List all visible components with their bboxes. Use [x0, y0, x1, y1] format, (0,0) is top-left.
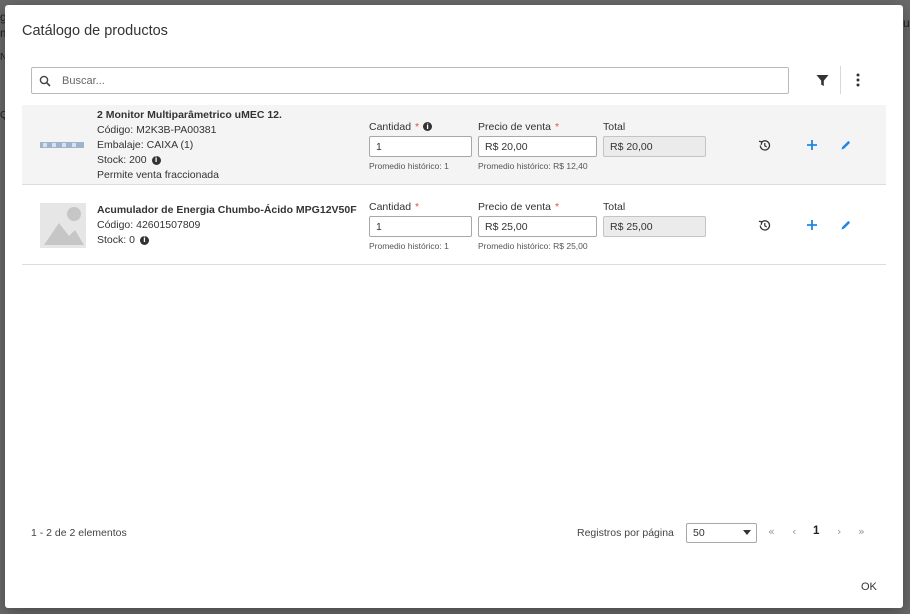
- price-label: Precio de venta: [478, 200, 551, 213]
- chevron-down-icon: [743, 530, 751, 535]
- price-hint: Promedio histórico: R$ 25,00: [478, 241, 588, 251]
- total-label: Total: [603, 200, 626, 213]
- price-field: Precio de venta * R$ 25,00 Promedio histó…: [478, 200, 597, 251]
- price-hint: Promedio histórico: R$ 12,40: [478, 161, 588, 171]
- product-row: Acumulador de Energia Chumbo-Ácido MPG12…: [22, 185, 886, 265]
- next-page-button[interactable]: ›: [837, 525, 841, 538]
- toolbar-divider: [840, 66, 841, 94]
- first-page-button[interactable]: «: [768, 525, 775, 538]
- quantity-hint: Promedio histórico: 1: [369, 161, 449, 171]
- product-code: Código: M2K3B-PA00381: [97, 124, 217, 136]
- info-icon[interactable]: i: [423, 122, 433, 131]
- quantity-input[interactable]: 1: [369, 216, 472, 237]
- total-label: Total: [603, 120, 626, 133]
- per-page-select[interactable]: 50: [686, 523, 757, 543]
- add-icon[interactable]: [803, 216, 821, 234]
- filter-icon[interactable]: [813, 71, 831, 89]
- required-mark: *: [415, 120, 420, 133]
- search-input[interactable]: [58, 74, 788, 87]
- current-page[interactable]: 1: [813, 525, 819, 537]
- product-note: Permite venta fraccionada: [97, 169, 219, 181]
- total-field: Total R$ 20,00: [603, 120, 706, 157]
- product-stock: Stock: 0: [97, 234, 135, 246]
- price-field: Precio de venta * R$ 20,00 Promedio histó…: [478, 120, 597, 171]
- quantity-label: Cantidad: [369, 200, 412, 213]
- product-name: 2 Monitor Multiparâmetrico uMEC 12.: [97, 109, 282, 121]
- total-value: R$ 25,00: [603, 216, 706, 237]
- last-page-button[interactable]: »: [858, 525, 865, 538]
- required-mark: *: [554, 200, 560, 213]
- quantity-label: Cantidad: [369, 120, 412, 133]
- product-name: Acumulador de Energia Chumbo-Ácido MPG12…: [97, 204, 357, 216]
- background-text: u: [903, 16, 910, 30]
- price-input[interactable]: R$ 25,00: [478, 216, 597, 237]
- history-icon[interactable]: [755, 216, 773, 234]
- required-mark: *: [554, 120, 560, 133]
- history-icon[interactable]: [755, 136, 773, 154]
- per-page-value: 50: [693, 527, 705, 539]
- product-thumbnail: [40, 203, 86, 248]
- ok-button[interactable]: OK: [861, 581, 877, 593]
- price-input[interactable]: R$ 20,00: [478, 136, 597, 157]
- product-row: 2 Monitor Multiparâmetrico uMEC 12. Códi…: [22, 105, 886, 185]
- total-value: R$ 20,00: [603, 136, 706, 157]
- results-count: 1 - 2 de 2 elementos: [31, 527, 127, 539]
- search-icon: [32, 75, 58, 87]
- quantity-field: Cantidad * 1 Promedio histórico: 1: [369, 200, 472, 251]
- product-stock: Stock: 200: [97, 154, 147, 166]
- quantity-field: Cantidad * i 1 Promedio histórico: 1: [369, 120, 472, 171]
- required-mark: *: [415, 200, 420, 213]
- product-thumbnail: [40, 123, 86, 168]
- product-code: Código: 42601507809: [97, 219, 201, 231]
- search-box: [31, 67, 789, 94]
- product-catalog-dialog: Catálogo de productos 2 Monitor Multipar…: [5, 5, 903, 608]
- total-field: Total R$ 25,00: [603, 200, 706, 237]
- price-label: Precio de venta: [478, 120, 551, 133]
- quantity-hint: Promedio histórico: 1: [369, 241, 449, 251]
- quantity-input[interactable]: 1: [369, 136, 472, 157]
- product-packaging: Embalaje: CAIXA (1): [97, 139, 194, 151]
- add-icon[interactable]: [803, 136, 821, 154]
- edit-icon[interactable]: [837, 136, 855, 154]
- info-icon[interactable]: i: [151, 156, 161, 165]
- more-options-icon[interactable]: [850, 71, 866, 89]
- product-info: Acumulador de Energia Chumbo-Ácido MPG12…: [97, 203, 357, 248]
- product-info: 2 Monitor Multiparâmetrico uMEC 12. Códi…: [97, 108, 282, 183]
- prev-page-button[interactable]: ‹: [792, 525, 796, 538]
- per-page-label: Registros por página: [577, 527, 674, 539]
- info-icon[interactable]: i: [139, 236, 149, 245]
- dialog-title: Catálogo de productos: [22, 23, 168, 39]
- edit-icon[interactable]: [837, 216, 855, 234]
